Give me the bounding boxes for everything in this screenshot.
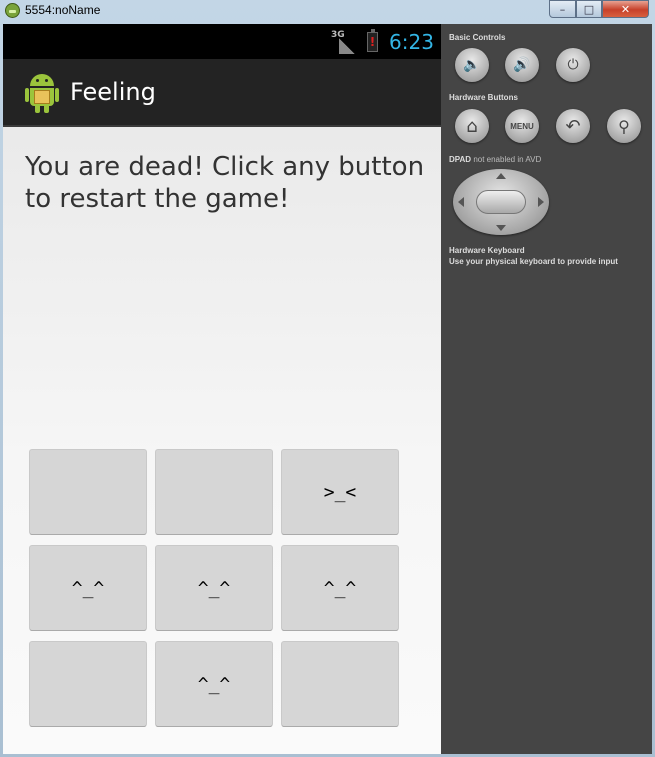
menu-button[interactable]: MENU <box>505 109 539 143</box>
battery-icon: ! <box>367 29 378 52</box>
window-title: 5554:noName <box>25 3 101 17</box>
game-message: You are dead! Click any button to restar… <box>25 152 425 214</box>
android-robot-icon[interactable] <box>25 72 59 114</box>
back-button[interactable]: ↶ <box>556 109 590 143</box>
hardware-keyboard-label: Hardware Keyboard <box>449 246 525 255</box>
dpad-right-icon[interactable] <box>538 197 544 207</box>
app-title: Feeling <box>70 78 156 106</box>
grid-button-7[interactable] <box>30 642 146 726</box>
volume-up-button[interactable]: 🔊 <box>505 48 539 82</box>
dpad-label: DPAD not enabled in AVD <box>449 155 541 164</box>
grid-button-3[interactable]: >_< <box>282 450 398 534</box>
dpad-down-icon[interactable] <box>496 225 506 231</box>
maximize-button[interactable]: □ <box>576 0 602 18</box>
dpad-note: not enabled in AVD <box>473 155 542 164</box>
grid-button-6[interactable]: ^_^ <box>282 546 398 630</box>
dpad-left-icon[interactable] <box>458 197 464 207</box>
status-bar: 3G ! 6:23 <box>3 24 441 59</box>
dpad-title: DPAD <box>449 155 472 164</box>
search-button[interactable]: ⚲ <box>607 109 641 143</box>
window-titlebar[interactable]: 5554:noName – □ ✕ <box>0 0 655 22</box>
close-button[interactable]: ✕ <box>602 0 649 18</box>
volume-up-icon: 🔊 <box>513 57 531 73</box>
hardware-keyboard-note: Use your physical keyboard to provide in… <box>449 257 618 266</box>
battery-alert: ! <box>369 35 376 49</box>
power-icon: ⏻ <box>567 57 579 73</box>
dpad-up-icon[interactable] <box>496 173 506 179</box>
window-controls: – □ ✕ <box>549 0 649 18</box>
hardware-buttons-label: Hardware Buttons <box>449 93 518 102</box>
action-bar: Feeling <box>3 59 441 127</box>
grid-button-9[interactable] <box>282 642 398 726</box>
emulator-app-icon <box>5 3 20 18</box>
dpad-center-button[interactable] <box>476 190 526 214</box>
signal-icon: 3G <box>331 30 357 54</box>
grid-button-1[interactable] <box>30 450 146 534</box>
device-screen: 3G ! 6:23 Feeling You are dead! Click an… <box>3 24 441 754</box>
signal-bars-icon <box>339 38 355 54</box>
power-button[interactable]: ⏻ <box>556 48 590 82</box>
volume-down-button[interactable]: 🔈 <box>455 48 489 82</box>
minimize-button[interactable]: – <box>549 0 576 18</box>
status-clock: 6:23 <box>389 30 434 54</box>
grid-button-5[interactable]: ^_^ <box>156 546 272 630</box>
back-icon: ↶ <box>565 115 581 137</box>
emulator-window: 5554:noName – □ ✕ 3G ! 6:23 Feeling You … <box>0 0 655 757</box>
grid-button-4[interactable]: ^_^ <box>30 546 146 630</box>
grid-button-2[interactable] <box>156 450 272 534</box>
dpad-control[interactable] <box>453 169 549 235</box>
basic-controls-label: Basic Controls <box>449 33 506 42</box>
home-icon: ⌂ <box>466 115 478 137</box>
volume-down-icon: 🔈 <box>463 57 481 73</box>
emulator-controls-panel: Basic Controls 🔈 🔊 ⏻ Hardware Buttons ⌂ … <box>441 24 652 754</box>
search-icon: ⚲ <box>618 116 630 136</box>
home-button[interactable]: ⌂ <box>455 109 489 143</box>
grid-button-8[interactable]: ^_^ <box>156 642 272 726</box>
